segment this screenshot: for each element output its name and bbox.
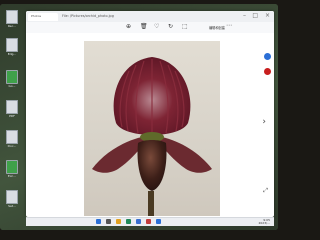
title-bar: Photos File: /Pictures/orchid_photo.jpg … <box>26 11 274 22</box>
tab-photos[interactable]: Photos <box>28 13 58 21</box>
delete-icon[interactable]: 🗑 <box>140 23 148 30</box>
orchid-photo <box>84 41 220 216</box>
app-icon <box>6 190 18 204</box>
minimize-button[interactable]: – <box>243 12 246 19</box>
taskbar-search-icon[interactable] <box>106 219 111 224</box>
close-button[interactable]: × <box>265 12 270 19</box>
desktop-icon-doc[interactable]: Doc... <box>4 130 20 148</box>
document-icon <box>6 130 18 144</box>
desktop-icon-settings[interactable]: Set... <box>4 190 20 208</box>
taskbar-app-icon[interactable] <box>146 219 151 224</box>
photo-viewer-window: Photos File: /Pictures/orchid_photo.jpg … <box>26 11 274 217</box>
start-button[interactable] <box>96 219 101 224</box>
crop-icon[interactable]: ⬚ <box>182 23 188 30</box>
app-icon <box>6 70 18 84</box>
tab-title: Photos <box>31 14 42 18</box>
desktop-icon-excel[interactable]: Exc... <box>4 160 20 178</box>
desktop-icon-edge[interactable]: Edg... <box>4 38 20 56</box>
file-path: File: /Pictures/orchid_photo.jpg <box>62 14 114 18</box>
sidebar-red-button[interactable] <box>264 68 271 75</box>
recycle-bin-icon <box>6 10 18 24</box>
rotate-icon[interactable]: ↻ <box>168 23 173 30</box>
zoom-in-icon[interactable]: ⊕ <box>126 23 131 30</box>
app-icon <box>6 38 18 52</box>
image-canvas: › ⤢ <box>26 33 274 216</box>
sidebar-blue-button[interactable] <box>264 53 271 60</box>
desktop-icon-recycle-bin[interactable]: Rec... <box>4 10 20 28</box>
right-sidebar <box>260 33 274 209</box>
taskbar-photos-icon[interactable] <box>156 219 161 224</box>
taskbar-folder-icon[interactable] <box>116 219 121 224</box>
maximize-button[interactable]: □ <box>252 12 258 19</box>
monitor-screen: Rec... Edg... Go... PDF Doc... Exc... Se… <box>0 4 278 230</box>
taskbar-browser-icon[interactable] <box>126 219 131 224</box>
system-clock[interactable]: 9:05 2023/... <box>258 219 270 225</box>
edit-and-create-button[interactable]: 编辑和创建 <box>209 25 225 30</box>
document-icon <box>6 100 18 114</box>
desktop-icon-green[interactable]: Go... <box>4 70 20 88</box>
desktop-icon-pdf[interactable]: PDF <box>4 100 20 118</box>
more-options-icon[interactable]: ⋯ <box>226 22 232 29</box>
taskbar-app-icon[interactable] <box>136 219 141 224</box>
taskbar: 9:05 2023/... <box>26 217 274 226</box>
favorite-icon[interactable]: ♡ <box>154 23 159 30</box>
spreadsheet-icon <box>6 160 18 174</box>
orchid-image <box>92 57 212 216</box>
